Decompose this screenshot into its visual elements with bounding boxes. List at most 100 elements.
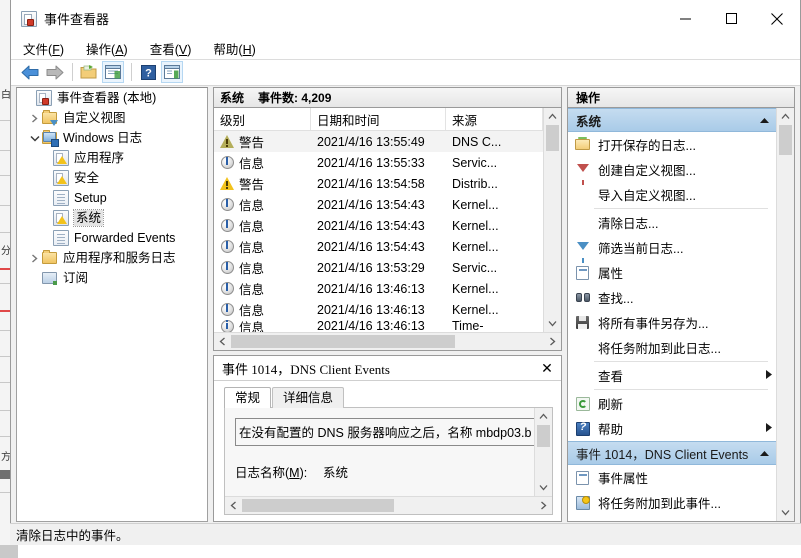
- scroll-thumb[interactable]: [231, 335, 455, 348]
- filter-blue-icon: [574, 239, 592, 263]
- action-group-event[interactable]: 事件 1014，DNS Client Events: [568, 441, 776, 465]
- action-create-custom-view[interactable]: 创建自定义视图...: [568, 157, 776, 185]
- tree-item-security[interactable]: 安全: [17, 168, 207, 188]
- event-list-rows: 警告 2021/4/16 13:55:49 DNS C... 信息 2021/4…: [214, 131, 543, 332]
- column-header-datetime[interactable]: 日期和时间: [311, 108, 446, 130]
- no-icon: [574, 339, 592, 357]
- plain-log-icon: [53, 230, 69, 246]
- scroll-track[interactable]: [777, 125, 794, 504]
- tree-item-system[interactable]: 系统: [17, 208, 207, 228]
- table-row[interactable]: 警告 2021/4/16 13:54:58 Distrib...: [214, 173, 543, 194]
- scroll-thumb[interactable]: [242, 499, 394, 512]
- action-refresh[interactable]: 刷新: [568, 391, 776, 416]
- action-group-system[interactable]: 系统: [568, 108, 776, 132]
- scroll-track[interactable]: [231, 333, 544, 350]
- table-row[interactable]: 信息 2021/4/16 13:54:43 Kernel...: [214, 194, 543, 215]
- cell-level: 信息: [239, 304, 265, 318]
- action-event-properties[interactable]: 事件属性: [568, 465, 776, 490]
- table-row[interactable]: 信息 2021/4/16 13:55:33 Servic...: [214, 152, 543, 173]
- panes-container: 事件查看器 (本地) 自定义视图 Windows 日志 应用程序 安全 Setu…: [11, 86, 800, 523]
- table-row[interactable]: 警告 2021/4/16 13:55:49 DNS C...: [214, 131, 543, 152]
- chevron-right-icon[interactable]: [27, 110, 42, 126]
- log-name-value: 系统: [323, 466, 349, 480]
- table-row[interactable]: 信息 2021/4/16 13:46:13 Kernel...: [214, 299, 543, 320]
- tree-item-windows-logs[interactable]: Windows 日志: [17, 128, 207, 148]
- action-import-custom-view[interactable]: 导入自定义视图...: [568, 182, 776, 207]
- action-copy[interactable]: 复制: [568, 515, 776, 521]
- scroll-track[interactable]: [535, 425, 552, 479]
- show-hide-action-pane-icon[interactable]: [161, 61, 183, 83]
- tree-item-custom-views[interactable]: 自定义视图: [17, 108, 207, 128]
- scroll-thumb[interactable]: [779, 125, 792, 155]
- scroll-down-button[interactable]: [777, 504, 794, 521]
- open-saved-log-icon[interactable]: [78, 61, 100, 83]
- column-header-source[interactable]: 来源: [446, 108, 543, 130]
- scroll-thumb[interactable]: [537, 425, 550, 447]
- table-row[interactable]: 信息 2021/4/16 13:54:43 Kernel...: [214, 236, 543, 257]
- tree-item-root[interactable]: 事件查看器 (本地): [17, 88, 207, 108]
- menu-file[interactable]: 文件(F): [23, 39, 64, 58]
- scroll-thumb[interactable]: [546, 125, 559, 151]
- action-attach-task-to-log[interactable]: 将任务附加到此日志...: [568, 335, 776, 360]
- tree-twisty-none: [21, 90, 36, 106]
- scroll-track[interactable]: [242, 497, 535, 514]
- menu-action[interactable]: 操作(A): [86, 39, 128, 58]
- scroll-left-button[interactable]: [214, 333, 231, 350]
- actions-pane-body: 系统 打开保存的日志... 创建自定义视图... 导入自定义视图... 清除日志…: [567, 107, 795, 522]
- scroll-up-button[interactable]: [544, 108, 561, 125]
- scroll-right-button[interactable]: [535, 497, 552, 514]
- table-row[interactable]: 信息 2021/4/16 13:46:13 Time-: [214, 320, 543, 332]
- action-help[interactable]: 帮助: [568, 416, 776, 441]
- detail-vertical-scrollbar[interactable]: [534, 408, 552, 496]
- tree-item-subscriptions[interactable]: 订阅: [17, 268, 207, 288]
- custom-views-icon: [42, 110, 58, 126]
- properties-icon: [574, 469, 592, 487]
- detail-horizontal-scrollbar[interactable]: [225, 496, 552, 514]
- minimize-button[interactable]: [662, 0, 708, 37]
- action-view[interactable]: 查看: [568, 363, 776, 388]
- tab-details[interactable]: 详细信息: [272, 387, 345, 408]
- table-row[interactable]: 信息 2021/4/16 13:46:13 Kernel...: [214, 278, 543, 299]
- action-find[interactable]: 查找...: [568, 285, 776, 310]
- cell-datetime: 2021/4/16 13:55:33: [317, 155, 425, 170]
- collapse-icon[interactable]: [759, 446, 770, 460]
- action-filter-current-log[interactable]: 筛选当前日志...: [568, 235, 776, 263]
- collapse-icon[interactable]: [759, 113, 770, 127]
- scroll-right-button[interactable]: [544, 333, 561, 350]
- action-properties[interactable]: 属性: [568, 260, 776, 285]
- back-arrow-icon[interactable]: [19, 61, 41, 83]
- event-list-horizontal-scrollbar[interactable]: [214, 332, 561, 350]
- close-icon[interactable]: ✕: [539, 360, 555, 377]
- show-hide-console-tree-icon[interactable]: [102, 61, 124, 83]
- action-attach-task-to-event[interactable]: 将任务附加到此事件...: [568, 490, 776, 515]
- tree-item-application[interactable]: 应用程序: [17, 148, 207, 168]
- window-controls: [662, 0, 800, 37]
- table-row[interactable]: 信息 2021/4/16 13:53:29 Servic...: [214, 257, 543, 278]
- column-header-level[interactable]: 级别: [214, 108, 311, 130]
- forward-arrow-icon[interactable]: [43, 61, 65, 83]
- menu-action-label: 操作: [86, 42, 112, 57]
- close-button[interactable]: [754, 0, 800, 37]
- scroll-track[interactable]: [544, 125, 561, 315]
- tree-item-apps-and-services-logs[interactable]: 应用程序和服务日志: [17, 248, 207, 268]
- tree-item-setup[interactable]: Setup: [17, 188, 207, 208]
- scroll-down-button[interactable]: [535, 479, 552, 496]
- scroll-up-button[interactable]: [777, 108, 794, 125]
- tab-general[interactable]: 常规: [224, 387, 272, 408]
- menu-help[interactable]: 帮助(H): [213, 39, 255, 58]
- table-row[interactable]: 信息 2021/4/16 13:54:43 Kernel...: [214, 215, 543, 236]
- action-save-all-events-as[interactable]: 将所有事件另存为...: [568, 310, 776, 335]
- event-list-vertical-scrollbar[interactable]: [543, 108, 561, 332]
- tree-item-forwarded-events[interactable]: Forwarded Events: [17, 228, 207, 248]
- action-open-saved-log[interactable]: 打开保存的日志...: [568, 132, 776, 157]
- maximize-button[interactable]: [708, 0, 754, 37]
- scroll-down-button[interactable]: [544, 315, 561, 332]
- actions-vertical-scrollbar[interactable]: [776, 108, 794, 521]
- menu-view[interactable]: 查看(V): [150, 39, 192, 58]
- help-icon[interactable]: ?: [137, 61, 159, 83]
- action-clear-log[interactable]: 清除日志...: [568, 210, 776, 235]
- chevron-down-icon[interactable]: [27, 130, 42, 146]
- chevron-right-icon[interactable]: [27, 250, 42, 266]
- scroll-up-button[interactable]: [535, 408, 552, 425]
- scroll-left-button[interactable]: [225, 497, 242, 514]
